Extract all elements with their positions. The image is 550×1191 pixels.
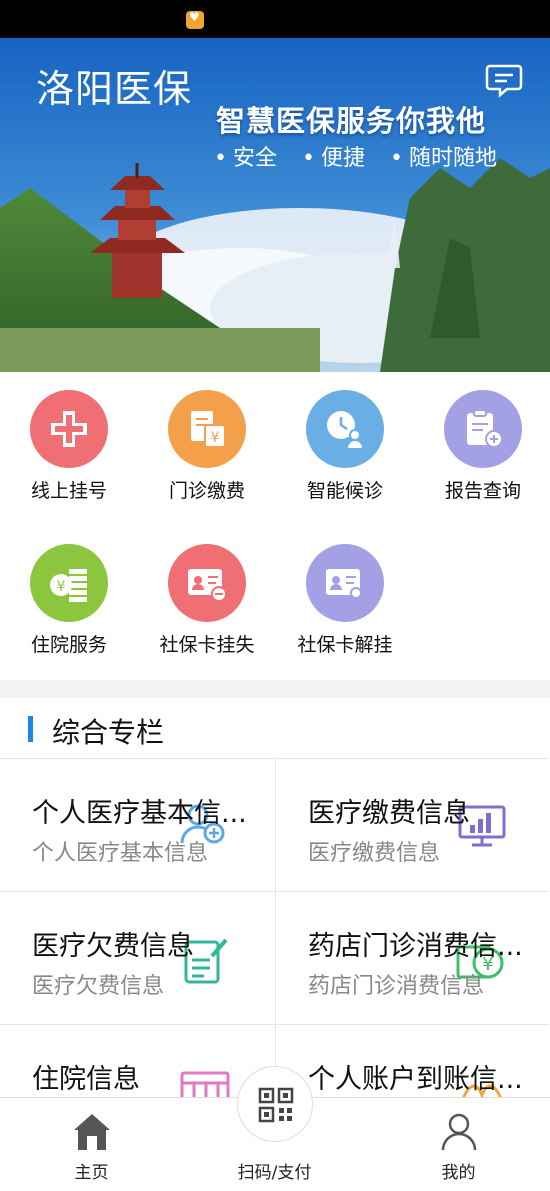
bill-payment-icon: ¥ <box>168 390 246 468</box>
app-title: 洛阳医保 <box>36 67 193 111</box>
banner-tag: 安全 <box>214 146 277 171</box>
banner-tags: 安全 便捷 随时随地 <box>214 140 515 172</box>
card-personal-medical-info[interactable]: 个人医疗基本信... 个人医疗基本信息 <box>0 758 274 891</box>
card-title: 个人账户到账信... <box>308 1064 523 1095</box>
service-card-report-loss[interactable]: 社保卡挂失 <box>138 526 276 676</box>
notification-app-icon <box>186 10 204 29</box>
card-medical-arrears-info[interactable]: 医疗欠费信息 医疗欠费信息 <box>0 891 274 1024</box>
banner-slogan: 智慧医保服务你我他 <box>216 104 487 138</box>
card-subtitle: 医疗缴费信息 <box>308 841 441 866</box>
svg-text:¥: ¥ <box>57 579 66 595</box>
card-subtitle: 个人医疗基本信息 <box>32 841 209 866</box>
card-title: 医疗缴费信息 <box>308 798 470 829</box>
tab-home[interactable]: 主页 <box>0 1098 183 1191</box>
hospital-cross-icon <box>30 390 108 468</box>
info-cards: 个人医疗基本信... 个人医疗基本信息 医疗缴费信息 医疗缴费信息 医疗欠费信息… <box>0 758 550 1157</box>
service-label: 社保卡挂失 <box>159 634 255 656</box>
status-bar <box>0 0 550 38</box>
report-clipboard-icon <box>444 390 522 468</box>
card-medical-payment-info[interactable]: 医疗缴费信息 医疗缴费信息 <box>275 758 549 891</box>
card-title: 医疗欠费信息 <box>32 931 194 962</box>
service-label: 门诊缴费 <box>168 480 245 502</box>
coin-stack-icon: ¥ <box>30 544 108 622</box>
user-icon <box>440 1112 478 1156</box>
hero-banner: 洛阳医保 智慧医保服务你我他 安全 便捷 随时随地 <box>0 38 550 372</box>
service-smart-waiting[interactable]: 智能候诊 <box>276 372 414 522</box>
tab-label: 我的 <box>441 1163 476 1183</box>
card-subtitle: 药店门诊消费信息 <box>308 974 485 999</box>
service-card-unblock[interactable]: 社保卡解挂 <box>276 526 414 676</box>
service-grid: 线上挂号 ¥ 门诊缴费 智能候诊 报告查询 ¥ 住院服务 社保卡挂失 社保卡解挂 <box>0 372 550 680</box>
tab-label: 扫码/支付 <box>237 1163 312 1183</box>
service-report-query[interactable]: 报告查询 <box>414 372 550 522</box>
service-label: 报告查询 <box>444 480 521 502</box>
card-title: 药店门诊消费信... <box>308 931 523 962</box>
service-outpatient-payment[interactable]: ¥ 门诊缴费 <box>138 372 276 522</box>
service-online-registration[interactable]: 线上挂号 <box>0 372 138 522</box>
svg-text:¥: ¥ <box>211 430 220 446</box>
tab-mine[interactable]: 我的 <box>367 1098 550 1191</box>
clock-person-icon <box>306 390 384 468</box>
tab-label: 主页 <box>74 1163 109 1183</box>
service-label: 线上挂号 <box>30 480 107 502</box>
banner-tag: 便捷 <box>302 146 365 171</box>
home-icon <box>72 1112 112 1156</box>
service-label: 智能候诊 <box>306 480 383 502</box>
card-subtitle: 医疗欠费信息 <box>32 974 165 999</box>
card-search-icon <box>306 544 384 622</box>
scan-pay-button[interactable] <box>237 1066 313 1142</box>
message-icon[interactable] <box>485 60 523 98</box>
section-title: 综合专栏 <box>52 716 165 749</box>
service-label: 社保卡解挂 <box>297 634 393 656</box>
card-pharmacy-outpatient-info[interactable]: ¥ 药店门诊消费信... 药店门诊消费信息 <box>275 891 549 1024</box>
card-title: 住院信息 <box>32 1064 140 1095</box>
section-header: 综合专栏 <box>0 698 550 758</box>
banner-tag: 随时随地 <box>390 146 497 171</box>
service-label: 住院服务 <box>30 634 107 656</box>
service-inpatient[interactable]: ¥ 住院服务 <box>0 526 138 676</box>
section-accent-bar <box>28 716 33 742</box>
card-title: 个人医疗基本信... <box>32 798 247 829</box>
card-minus-icon <box>168 544 246 622</box>
